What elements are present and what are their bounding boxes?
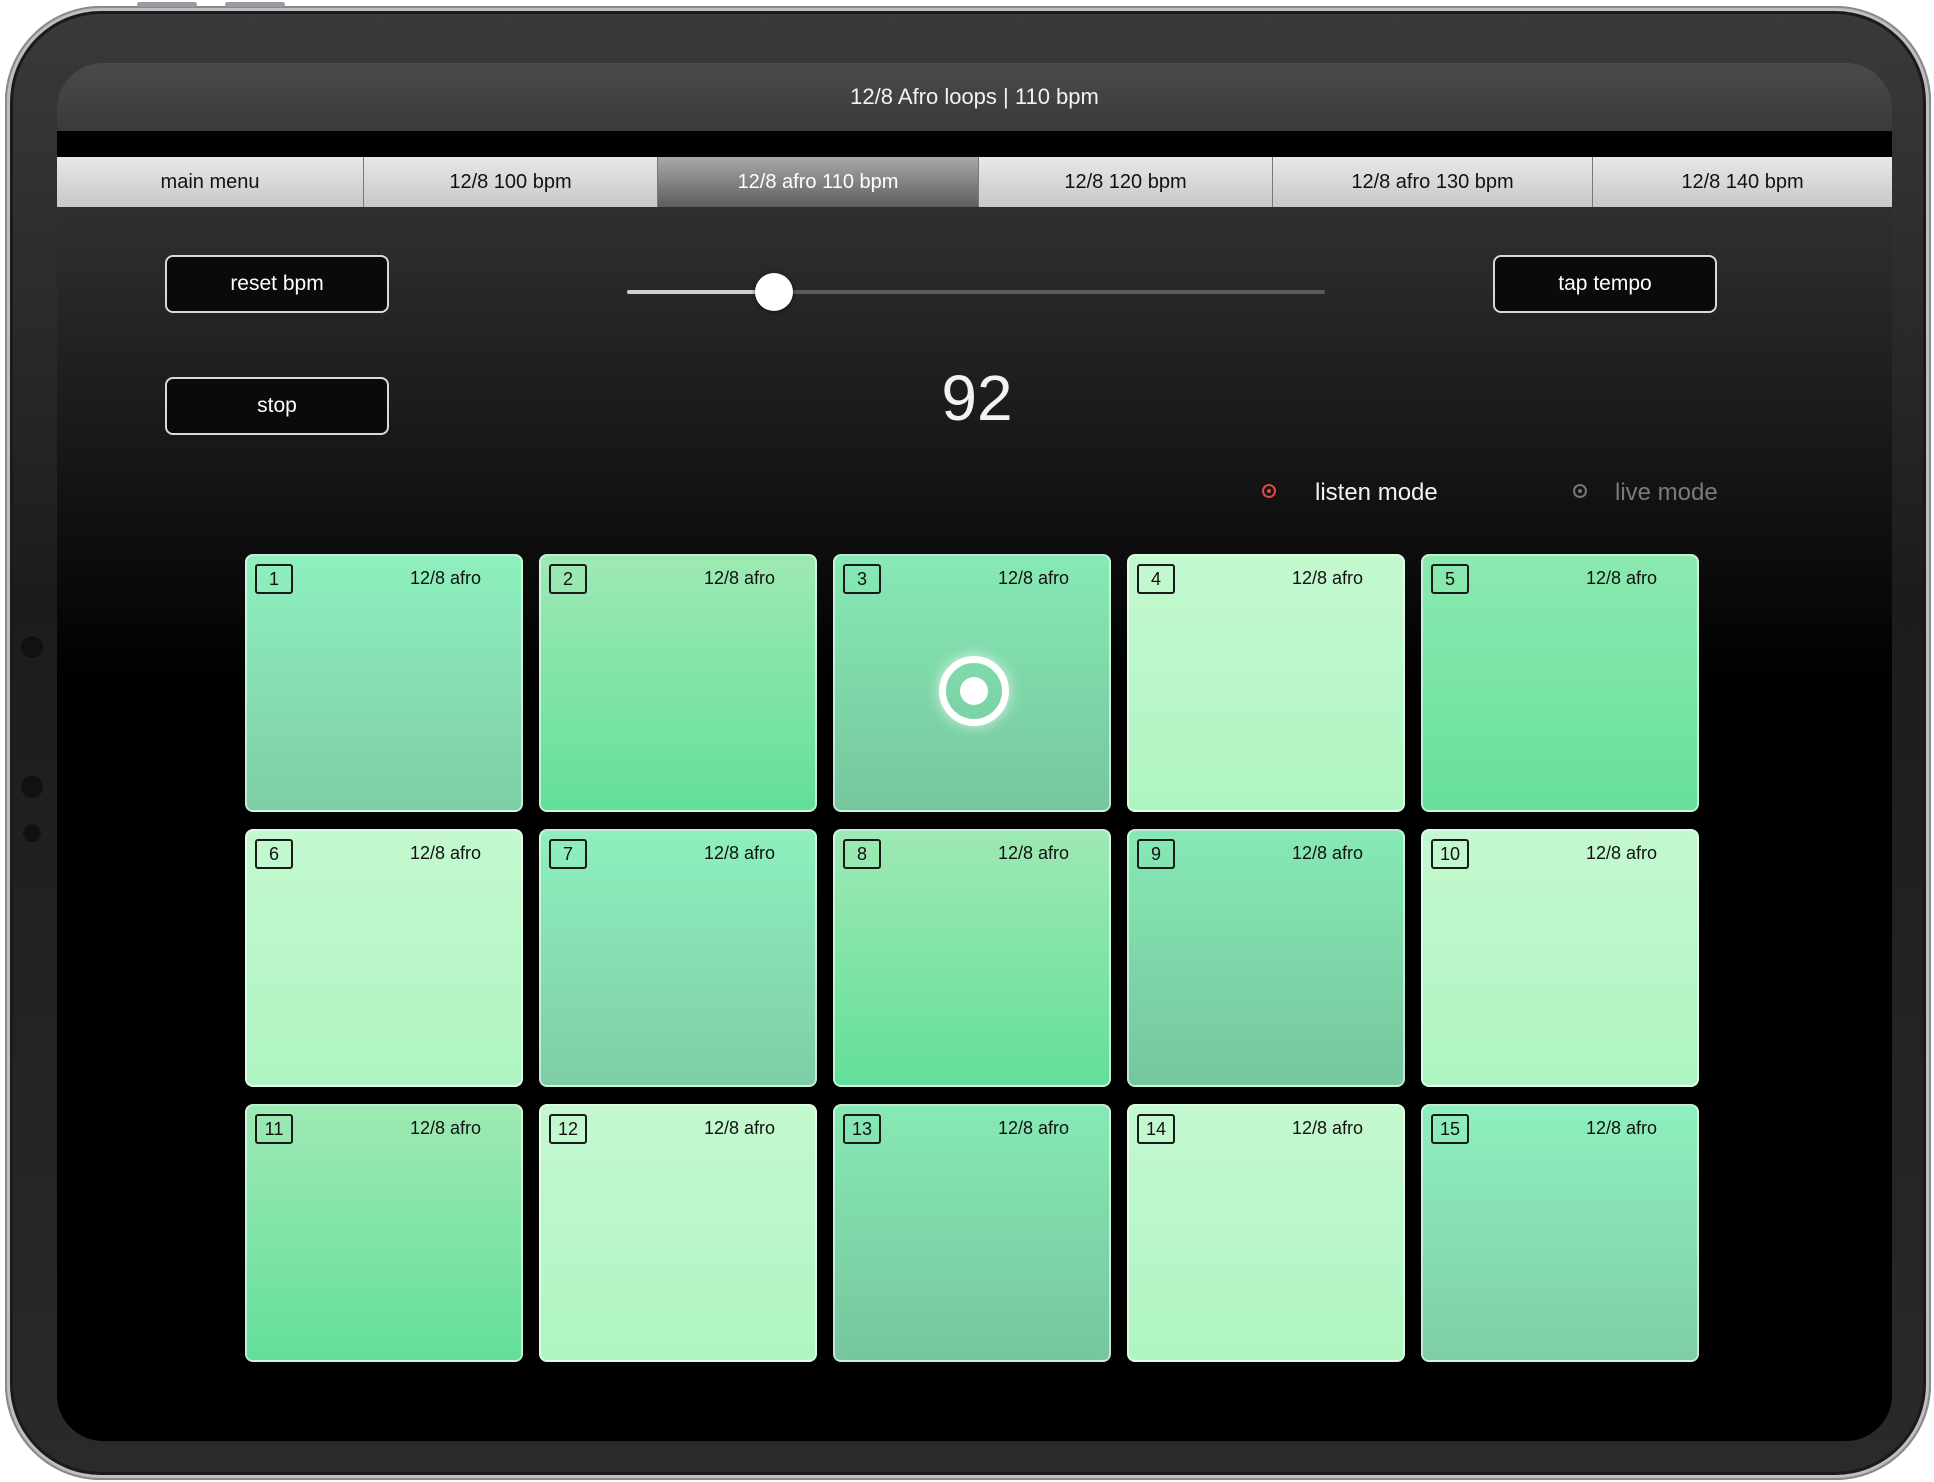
pad-2[interactable]: 2 12/8 afro	[539, 554, 817, 812]
pad-number: 12	[549, 1114, 587, 1144]
pad-9[interactable]: 9 12/8 afro	[1127, 829, 1405, 1087]
bpm-readout: 92	[941, 362, 1013, 434]
listen-mode-option[interactable]: listen mode	[1262, 475, 1462, 511]
radio-selected-icon	[1262, 484, 1276, 498]
app-screen: 12/8 Afro loops | 110 bpm main menu 12/8…	[57, 63, 1892, 1441]
pad-6[interactable]: 6 12/8 afro	[245, 829, 523, 1087]
pad-13[interactable]: 13 12/8 afro	[833, 1104, 1111, 1362]
pad-number: 14	[1137, 1114, 1175, 1144]
pad-1[interactable]: 1 12/8 afro	[245, 554, 523, 812]
bpm-slider[interactable]	[627, 273, 1325, 311]
tap-tempo-button[interactable]: tap tempo	[1493, 255, 1717, 313]
pad-number: 4	[1137, 564, 1175, 594]
bpm-slider-fill	[627, 290, 774, 294]
pad-12[interactable]: 12 12/8 afro	[539, 1104, 817, 1362]
reset-bpm-button[interactable]: reset bpm	[165, 255, 389, 313]
pad-label: 12/8 afro	[703, 843, 775, 863]
pad-number: 5	[1431, 564, 1469, 594]
pad-number: 7	[549, 839, 587, 869]
tab-120-bpm[interactable]: 12/8 120 bpm	[979, 157, 1273, 207]
pad-number: 2	[549, 564, 587, 594]
volume-button	[225, 2, 285, 7]
pad-label: 12/8 afro	[1585, 1118, 1657, 1138]
pad-number: 15	[1431, 1114, 1469, 1144]
radio-unselected-icon	[1573, 484, 1587, 498]
live-mode-option[interactable]: live mode	[1573, 475, 1773, 511]
pad-label: 12/8 afro	[1291, 843, 1363, 863]
sensor-icon	[21, 636, 43, 658]
pad-label: 12/8 afro	[1585, 843, 1657, 863]
pad-number: 8	[843, 839, 881, 869]
live-mode-label: live mode	[1615, 479, 1718, 506]
pad-label: 12/8 afro	[409, 843, 481, 863]
pad-14[interactable]: 14 12/8 afro	[1127, 1104, 1405, 1362]
pad-3[interactable]: 3 12/8 afro	[833, 554, 1111, 812]
pad-label: 12/8 afro	[997, 568, 1069, 588]
tab-100-bpm[interactable]: 12/8 100 bpm	[364, 157, 658, 207]
pad-label: 12/8 afro	[997, 1118, 1069, 1138]
window-title: 12/8 Afro loops | 110 bpm	[57, 63, 1892, 131]
tab-afro-130-bpm[interactable]: 12/8 afro 130 bpm	[1273, 157, 1593, 207]
pad-label: 12/8 afro	[1291, 568, 1363, 588]
pad-label: 12/8 afro	[409, 1118, 481, 1138]
pad-8[interactable]: 8 12/8 afro	[833, 829, 1111, 1087]
pad-4[interactable]: 4 12/8 afro	[1127, 554, 1405, 812]
volume-button	[137, 2, 197, 7]
tab-140-bpm[interactable]: 12/8 140 bpm	[1593, 157, 1892, 207]
bpm-slider-thumb[interactable]	[755, 273, 793, 311]
pad-label: 12/8 afro	[997, 843, 1069, 863]
pad-5[interactable]: 5 12/8 afro	[1421, 554, 1699, 812]
pad-label: 12/8 afro	[1585, 568, 1657, 588]
stop-button[interactable]: stop	[165, 377, 389, 435]
pad-number: 1	[255, 564, 293, 594]
pad-number: 10	[1431, 839, 1469, 869]
sensor-icon	[21, 776, 43, 798]
title-divider	[57, 131, 1892, 157]
tab-main-menu[interactable]: main menu	[57, 157, 364, 207]
pad-11[interactable]: 11 12/8 afro	[245, 1104, 523, 1362]
pad-number: 6	[255, 839, 293, 869]
sensor-icon	[23, 824, 41, 842]
pad-number: 9	[1137, 839, 1175, 869]
playing-indicator-icon	[939, 656, 1009, 726]
tablet-frame: 12/8 Afro loops | 110 bpm main menu 12/8…	[5, 2, 1931, 1480]
pad-label: 12/8 afro	[409, 568, 481, 588]
pad-label: 12/8 afro	[1291, 1118, 1363, 1138]
pad-label: 12/8 afro	[703, 568, 775, 588]
pad-number: 13	[843, 1114, 881, 1144]
pad-15[interactable]: 15 12/8 afro	[1421, 1104, 1699, 1362]
pad-number: 3	[843, 564, 881, 594]
tab-afro-110-bpm[interactable]: 12/8 afro 110 bpm	[658, 157, 979, 207]
pad-number: 11	[255, 1114, 293, 1144]
pad-7[interactable]: 7 12/8 afro	[539, 829, 817, 1087]
listen-mode-label: listen mode	[1315, 479, 1438, 506]
pad-10[interactable]: 10 12/8 afro	[1421, 829, 1699, 1087]
pad-label: 12/8 afro	[703, 1118, 775, 1138]
tab-bar: main menu 12/8 100 bpm 12/8 afro 110 bpm…	[57, 157, 1892, 207]
